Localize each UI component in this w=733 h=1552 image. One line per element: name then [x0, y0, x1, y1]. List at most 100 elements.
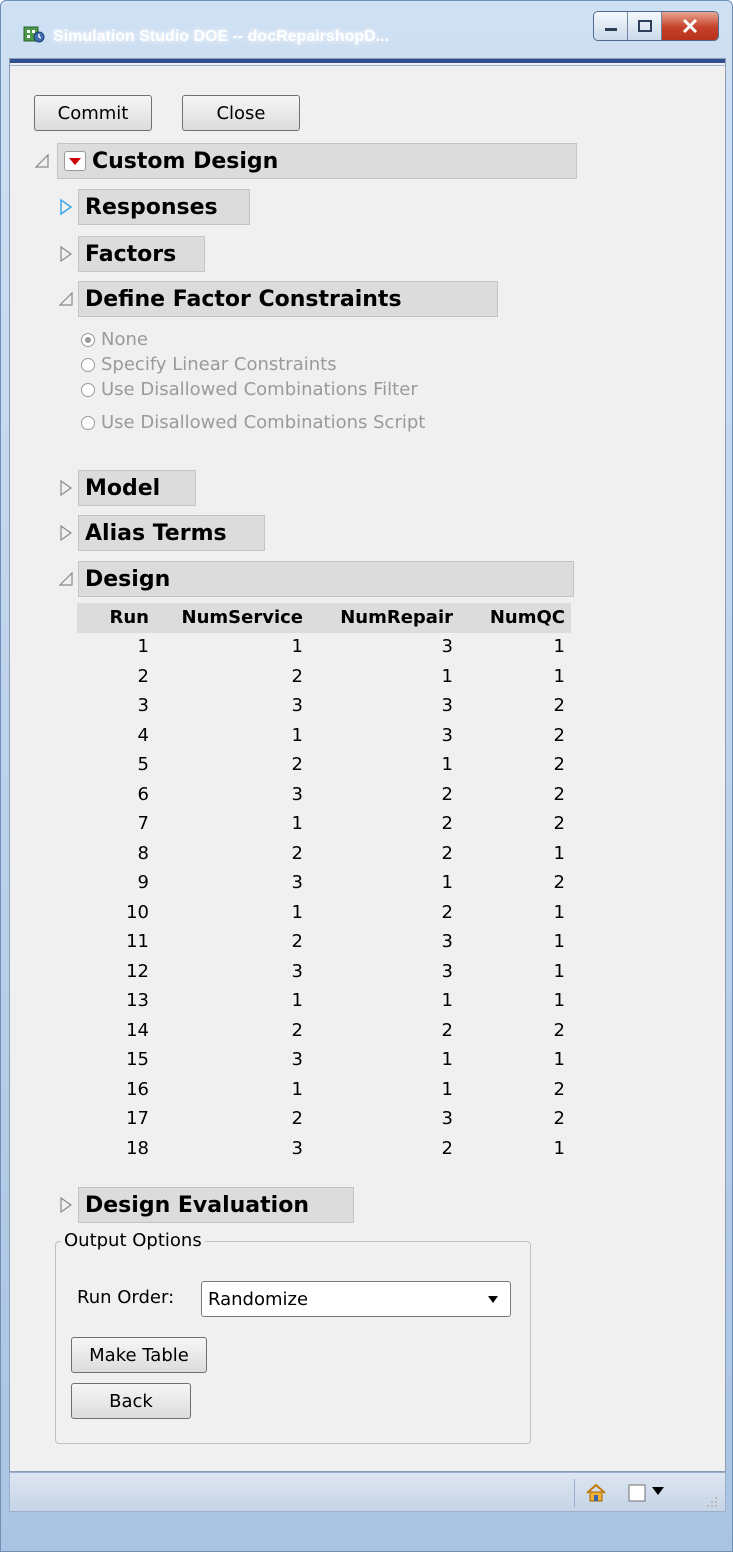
- table-cell[interactable]: 2: [313, 813, 453, 835]
- title-bar[interactable]: Simulation Studio DOE -- docRepairshopD.…: [1, 1, 732, 53]
- table-cell[interactable]: 1: [153, 902, 303, 924]
- table-cell[interactable]: 1: [77, 636, 149, 658]
- minimize-button[interactable]: [594, 12, 628, 40]
- table-cell[interactable]: 18: [77, 1138, 149, 1160]
- design-header[interactable]: Design: [78, 561, 574, 597]
- table-cell[interactable]: 2: [153, 1108, 303, 1130]
- disclosure-closed-icon[interactable]: [59, 524, 73, 542]
- alias-terms-header[interactable]: Alias Terms: [78, 515, 265, 551]
- table-cell[interactable]: 1: [313, 754, 453, 776]
- design-evaluation-header[interactable]: Design Evaluation: [78, 1187, 354, 1223]
- table-cell[interactable]: 3: [313, 725, 453, 747]
- table-cell[interactable]: 13: [77, 990, 149, 1012]
- responses-header[interactable]: Responses: [78, 189, 250, 225]
- table-cell[interactable]: 4: [77, 725, 149, 747]
- table-cell[interactable]: 2: [153, 754, 303, 776]
- table-cell[interactable]: 5: [77, 754, 149, 776]
- table-cell[interactable]: 6: [77, 784, 149, 806]
- table-cell[interactable]: 2: [313, 843, 453, 865]
- table-cell[interactable]: 1: [153, 1079, 303, 1101]
- maximize-button[interactable]: [628, 12, 662, 40]
- table-cell[interactable]: 3: [153, 784, 303, 806]
- disclosure-open-icon[interactable]: [58, 571, 74, 587]
- table-cell[interactable]: 1: [463, 902, 565, 924]
- column-header-numrepair[interactable]: NumRepair: [313, 603, 453, 633]
- table-cell[interactable]: 1: [463, 636, 565, 658]
- radio-selected-icon[interactable]: [81, 332, 95, 347]
- table-cell[interactable]: 1: [153, 636, 303, 658]
- table-cell[interactable]: 12: [77, 961, 149, 983]
- model-header[interactable]: Model: [78, 470, 196, 506]
- disclosure-closed-icon[interactable]: [59, 198, 73, 216]
- table-cell[interactable]: 2: [153, 931, 303, 953]
- custom-design-header[interactable]: Custom Design: [57, 143, 577, 179]
- table-cell[interactable]: 3: [313, 961, 453, 983]
- table-cell[interactable]: 2: [463, 725, 565, 747]
- table-cell[interactable]: 3: [313, 1108, 453, 1130]
- table-cell[interactable]: 1: [463, 1138, 565, 1160]
- table-cell[interactable]: 7: [77, 813, 149, 835]
- table-cell[interactable]: 3: [77, 695, 149, 717]
- constraint-option-script[interactable]: Use Disallowed Combinations Script: [81, 412, 425, 433]
- table-cell[interactable]: 1: [463, 961, 565, 983]
- table-cell[interactable]: 3: [313, 931, 453, 953]
- table-cell[interactable]: 2: [463, 695, 565, 717]
- table-cell[interactable]: 2: [153, 1020, 303, 1042]
- table-cell[interactable]: 2: [463, 784, 565, 806]
- table-cell[interactable]: 2: [463, 1020, 565, 1042]
- table-cell[interactable]: 1: [313, 666, 453, 688]
- table-cell[interactable]: 2: [463, 1079, 565, 1101]
- table-cell[interactable]: 15: [77, 1049, 149, 1071]
- radio-icon[interactable]: [81, 415, 95, 430]
- table-cell[interactable]: 1: [153, 990, 303, 1012]
- table-cell[interactable]: 1: [463, 931, 565, 953]
- table-cell[interactable]: 2: [313, 784, 453, 806]
- table-cell[interactable]: 2: [463, 1108, 565, 1130]
- disclosure-closed-icon[interactable]: [59, 1196, 73, 1214]
- checkbox-icon[interactable]: [628, 1484, 646, 1502]
- column-header-numservice[interactable]: NumService: [153, 603, 303, 633]
- table-cell[interactable]: 3: [153, 1049, 303, 1071]
- radio-icon[interactable]: [81, 382, 95, 397]
- table-cell[interactable]: 1: [313, 872, 453, 894]
- table-cell[interactable]: 8: [77, 843, 149, 865]
- column-header-numqc[interactable]: NumQC: [463, 603, 565, 633]
- table-cell[interactable]: 3: [313, 695, 453, 717]
- table-cell[interactable]: 1: [313, 1079, 453, 1101]
- constraint-option-linear[interactable]: Specify Linear Constraints: [81, 354, 337, 375]
- table-cell[interactable]: 1: [313, 990, 453, 1012]
- commit-button[interactable]: Commit: [34, 95, 152, 131]
- disclosure-closed-icon[interactable]: [59, 479, 73, 497]
- table-cell[interactable]: 3: [153, 695, 303, 717]
- table-cell[interactable]: 2: [463, 813, 565, 835]
- table-cell[interactable]: 2: [313, 902, 453, 924]
- table-cell[interactable]: 11: [77, 931, 149, 953]
- table-cell[interactable]: 1: [463, 990, 565, 1012]
- table-cell[interactable]: 1: [153, 813, 303, 835]
- table-cell[interactable]: 16: [77, 1079, 149, 1101]
- close-button[interactable]: Close: [182, 95, 300, 131]
- table-cell[interactable]: 1: [463, 843, 565, 865]
- run-order-select[interactable]: Randomize: [201, 1281, 511, 1317]
- factors-header[interactable]: Factors: [78, 236, 205, 272]
- table-cell[interactable]: 1: [463, 666, 565, 688]
- radio-icon[interactable]: [81, 357, 95, 372]
- table-cell[interactable]: 2: [463, 754, 565, 776]
- table-cell[interactable]: 2: [313, 1020, 453, 1042]
- table-cell[interactable]: 10: [77, 902, 149, 924]
- table-cell[interactable]: 1: [153, 725, 303, 747]
- disclosure-open-icon[interactable]: [34, 153, 50, 169]
- close-window-button[interactable]: [662, 12, 718, 40]
- disclosure-open-icon[interactable]: [58, 291, 74, 307]
- table-cell[interactable]: 3: [153, 872, 303, 894]
- define-factor-constraints-header[interactable]: Define Factor Constraints: [78, 281, 498, 317]
- constraint-option-filter[interactable]: Use Disallowed Combinations Filter: [81, 379, 418, 400]
- make-table-button[interactable]: Make Table: [71, 1337, 207, 1373]
- resize-grip-icon[interactable]: [704, 1495, 718, 1509]
- constraint-option-none[interactable]: None: [81, 329, 148, 350]
- table-cell[interactable]: 1: [313, 1049, 453, 1071]
- table-cell[interactable]: 9: [77, 872, 149, 894]
- disclosure-closed-icon[interactable]: [59, 245, 73, 263]
- table-cell[interactable]: 2: [153, 843, 303, 865]
- table-cell[interactable]: 1: [463, 1049, 565, 1071]
